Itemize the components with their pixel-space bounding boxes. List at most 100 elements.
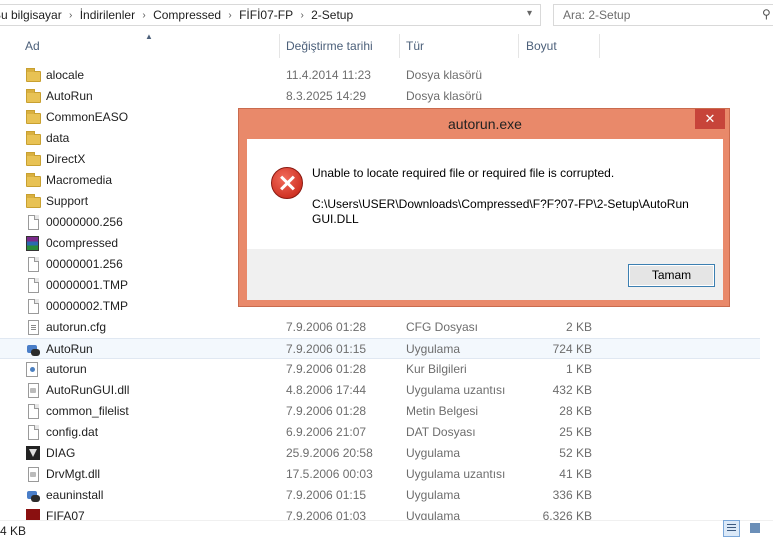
app-icon: [26, 488, 41, 503]
file-size: 432 KB: [552, 383, 592, 397]
breadcrumb-item[interactable]: 2-Setup: [311, 8, 353, 22]
chevron-right-icon[interactable]: ›: [62, 10, 80, 21]
column-header-name[interactable]: Ad: [25, 39, 40, 55]
search-input[interactable]: Ara: 2-Setup: [553, 4, 773, 26]
chevron-right-icon[interactable]: ›: [293, 10, 311, 21]
status-text: 4 KB: [0, 524, 27, 538]
folder-icon: [26, 89, 41, 103]
file-row[interactable]: common_filelist 7.9.2006 01:28 Metin Belge…: [0, 401, 760, 422]
vertical-scrollbar[interactable]: [763, 30, 773, 520]
file-row[interactable]: eauninstall 7.9.2006 01:15 Uygulama 336 KB: [0, 485, 760, 506]
inf-icon: [26, 362, 38, 377]
file-icon: [28, 404, 39, 419]
error-message: Unable to locate required file or requir…: [312, 166, 615, 180]
file-date: 25.9.2006 20:58: [286, 446, 373, 460]
file-size: 41 KB: [559, 467, 592, 481]
error-dialog: autorun.exe ✕ Unable to locate required …: [238, 108, 730, 307]
file-date: 11.4.2014 11:23: [286, 68, 371, 82]
column-header-type[interactable]: Tür: [406, 39, 424, 55]
file-icon: [28, 215, 39, 230]
file-name: 00000001.256: [46, 257, 123, 271]
breadcrumb-item[interactable]: Compressed: [153, 8, 221, 22]
error-icon: [271, 167, 303, 199]
file-row[interactable]: DIAG 25.9.2006 20:58 Uygulama 52 KB: [0, 443, 760, 464]
file-name: autorun: [46, 362, 87, 376]
app-icon: [26, 342, 41, 357]
address-bar[interactable]: Bu bilgisayar›İndirilenler›Compressed›Fİ…: [0, 4, 541, 26]
status-bar: 4 KB: [0, 520, 773, 544]
search-icon[interactable]: ⚲: [762, 7, 771, 21]
column-header-size[interactable]: Boyut: [526, 39, 557, 55]
cfg-icon: [28, 320, 39, 335]
file-name: 00000001.TMP: [46, 278, 129, 292]
file-row[interactable]: DrvMgt.dll 17.5.2006 00:03 Uygulama uzantı…: [0, 464, 760, 485]
file-type: CFG Dosyası: [406, 320, 479, 334]
column-divider[interactable]: [279, 34, 280, 58]
file-date: 7.9.2006 01:15: [286, 342, 367, 356]
sort-ascending-icon: ▲: [145, 32, 153, 41]
folder-icon: [26, 68, 41, 82]
file-row[interactable]: AutoRunGUI.dll 4.8.2006 17:44 Uygulama uza…: [0, 380, 760, 401]
close-icon[interactable]: ✕: [695, 109, 725, 129]
file-row[interactable]: autorun 7.9.2006 01:28 Kur Bilgileri 1 KB: [0, 359, 760, 380]
breadcrumb-item[interactable]: İndirilenler: [80, 8, 135, 22]
file-type: Dosya klasörü: [406, 68, 483, 82]
file-name: alocale: [46, 68, 85, 82]
file-icon: [28, 299, 39, 314]
dll-icon: [28, 383, 39, 398]
file-date: 8.3.2025 14:29: [286, 89, 367, 103]
file-name: 0compressed: [46, 236, 119, 250]
file-size: 336 KB: [552, 488, 592, 502]
file-name: data: [46, 131, 70, 145]
file-row[interactable]: AutoRun 7.9.2006 01:15 Uygulama 724 KB: [0, 338, 760, 359]
file-type: Metin Belgesi: [406, 404, 479, 418]
dll-icon: [28, 467, 39, 482]
file-name: common_filelist: [46, 404, 129, 418]
dialog-title: autorun.exe: [448, 116, 522, 132]
file-date: 17.5.2006 00:03: [286, 467, 373, 481]
ok-button[interactable]: Tamam: [628, 264, 715, 287]
file-icon: [28, 425, 39, 440]
file-name: DIAG: [46, 446, 76, 460]
file-name: autorun.cfg: [46, 320, 107, 334]
large-icons-view-icon[interactable]: [747, 520, 764, 537]
rar-icon: [26, 236, 39, 251]
file-size: 28 KB: [559, 404, 592, 418]
breadcrumb-item[interactable]: FİFİ07-FP: [239, 8, 293, 22]
folder-icon: [26, 110, 41, 124]
file-name: 00000002.TMP: [46, 299, 129, 313]
file-size: 52 KB: [559, 446, 592, 460]
dialog-body: Unable to locate required file or requir…: [247, 139, 723, 249]
column-divider[interactable]: [518, 34, 519, 58]
file-date: 7.9.2006 01:28: [286, 362, 367, 376]
file-icon: [28, 278, 39, 293]
file-size: 2 KB: [565, 320, 592, 334]
folder-icon: [26, 152, 41, 166]
chevron-right-icon[interactable]: ›: [135, 10, 153, 21]
file-name: AutoRunGUI.dll: [46, 383, 130, 397]
file-row[interactable]: AutoRun 8.3.2025 14:29 Dosya klasörü: [0, 86, 760, 107]
column-header-date[interactable]: Değiştirme tarihi: [286, 39, 373, 55]
file-row[interactable]: autorun.cfg 7.9.2006 01:28 CFG Dosyası 2 KB: [0, 317, 760, 338]
file-type: Uygulama: [406, 342, 461, 356]
dropdown-icon[interactable]: ▾: [527, 8, 539, 22]
breadcrumb-item[interactable]: Bu bilgisayar: [0, 8, 62, 22]
chevron-right-icon[interactable]: ›: [221, 10, 239, 21]
column-divider[interactable]: [399, 34, 400, 58]
file-date: 7.9.2006 01:15: [286, 488, 367, 502]
diag-icon: [26, 446, 40, 460]
folder-icon: [26, 194, 41, 208]
file-icon: [28, 257, 39, 272]
file-date: 6.9.2006 21:07: [286, 425, 367, 439]
file-row[interactable]: alocale 11.4.2014 11:23 Dosya klasörü: [0, 65, 760, 86]
file-date: 4.8.2006 17:44: [286, 383, 367, 397]
file-name: eauninstall: [46, 488, 104, 502]
folder-icon: [26, 173, 41, 187]
dialog-footer: Tamam: [247, 249, 723, 300]
file-type: Dosya klasörü: [406, 89, 483, 103]
column-divider[interactable]: [599, 34, 600, 58]
file-row[interactable]: config.dat 6.9.2006 21:07 DAT Dosyası 25 KB: [0, 422, 760, 443]
file-type: Uygulama uzantısı: [406, 467, 506, 481]
details-view-icon[interactable]: [723, 520, 740, 537]
file-name: AutoRun: [46, 89, 93, 103]
